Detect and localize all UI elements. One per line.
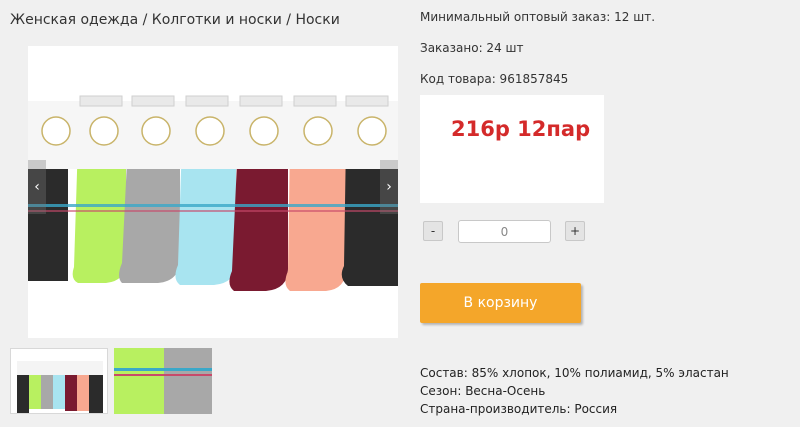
quantity-increment-button[interactable]: + bbox=[565, 221, 585, 241]
product-main-image[interactable] bbox=[28, 46, 398, 338]
price: 216р 12пар bbox=[451, 117, 591, 141]
chevron-left-icon[interactable]: ‹ bbox=[28, 160, 46, 214]
quantity-decrement-button[interactable]: - bbox=[423, 221, 443, 241]
thumbnail-2-image bbox=[114, 348, 212, 414]
ordered-text: Заказано: 24 шт bbox=[420, 41, 524, 55]
chevron-right-icon[interactable]: › bbox=[380, 160, 398, 214]
thumbnail-1[interactable] bbox=[10, 348, 108, 414]
socks-photo bbox=[28, 95, 398, 291]
thumbnail-1-image bbox=[11, 349, 107, 413]
price-box: 216р 12пар bbox=[420, 95, 604, 203]
product-specs: Состав: 85% хлопок, 10% полиамид, 5% эла… bbox=[420, 364, 729, 418]
min-order-text: Минимальный оптовый заказ: 12 шт. bbox=[420, 10, 656, 24]
country-text: Страна-производитель: Россия bbox=[420, 402, 618, 416]
quantity-input[interactable] bbox=[458, 220, 551, 243]
add-to-cart-button[interactable]: В корзину bbox=[420, 283, 581, 323]
breadcrumb[interactable]: Женская одежда / Колготки и носки / Носк… bbox=[10, 12, 340, 28]
composition-text: Состав: 85% хлопок, 10% полиамид, 5% эла… bbox=[420, 366, 729, 380]
product-code: Код товара: 961857845 bbox=[420, 72, 569, 86]
thumbnail-2[interactable] bbox=[114, 348, 212, 414]
season-text: Сезон: Весна-Осень bbox=[420, 384, 546, 398]
